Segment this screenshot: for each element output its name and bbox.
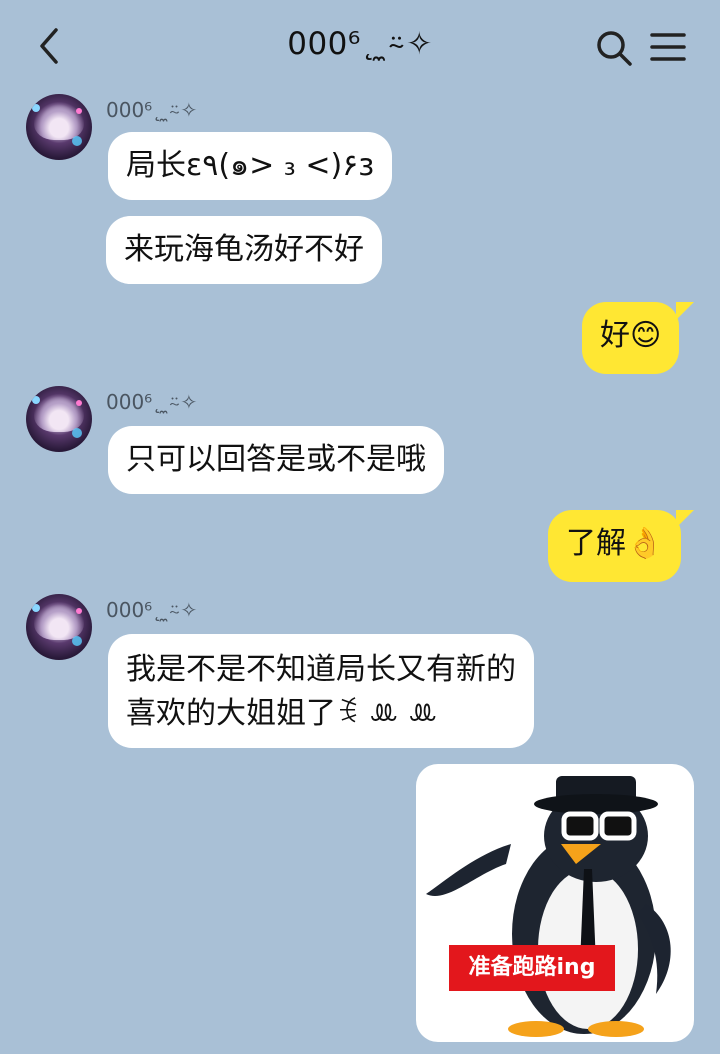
avatar-sparkle — [72, 636, 82, 646]
sender-name: 000⁶˛ ̼⍨✧ — [106, 390, 198, 414]
message-bubble[interactable]: 我是不是不知道局长又有新的 喜欢的大姐姐了ꉂ ꔛ ꔛ — [108, 634, 534, 748]
search-icon — [597, 31, 632, 66]
bubble-tail — [676, 510, 694, 528]
sticker-caption: 准备跑路ing — [449, 945, 615, 991]
message-bubble[interactable]: 只可以回答是或不是哦 — [108, 426, 444, 494]
penguin-illustration — [426, 776, 671, 1037]
avatar-sparkle — [76, 400, 82, 406]
chat-header: 000⁶˛ ̼⍨✧ — [0, 0, 720, 92]
message-bubble[interactable]: 局长ε٩(๑> ₃ <)۶з — [108, 132, 393, 200]
avatar[interactable] — [26, 386, 92, 452]
sender-name: 000⁶˛ ̼⍨✧ — [106, 98, 198, 122]
avatar[interactable] — [26, 94, 92, 160]
my-message-bubble[interactable]: 了解👌 — [548, 510, 682, 582]
avatar-sparkle — [76, 108, 82, 114]
avatar-sparkle — [72, 136, 82, 146]
bubble-tail — [676, 302, 694, 320]
hamburger-menu-icon — [650, 33, 686, 61]
my-message-bubble[interactable]: 好😊 — [582, 302, 680, 374]
sender-name: 000⁶˛ ̼⍨✧ — [106, 598, 198, 622]
avatar[interactable] — [26, 594, 92, 660]
avatar-sparkle — [32, 396, 40, 404]
avatar-sparkle — [32, 104, 40, 112]
avatar-hair — [34, 100, 84, 140]
search-button[interactable] — [594, 28, 634, 68]
menu-button[interactable] — [650, 30, 686, 64]
sticker-image[interactable]: 准备跑路ing — [416, 764, 694, 1042]
avatar-hair — [34, 600, 84, 640]
avatar-sparkle — [76, 608, 82, 614]
message-line: 我是不是不知道局长又有新的 — [126, 652, 516, 687]
message-line: 喜欢的大姐姐了ꉂ ꔛ ꔛ — [126, 696, 438, 731]
message-bubble[interactable]: 来玩海龟汤好不好 — [106, 216, 382, 284]
avatar-hair — [34, 392, 84, 432]
avatar-sparkle — [72, 428, 82, 438]
avatar-sparkle — [32, 604, 40, 612]
